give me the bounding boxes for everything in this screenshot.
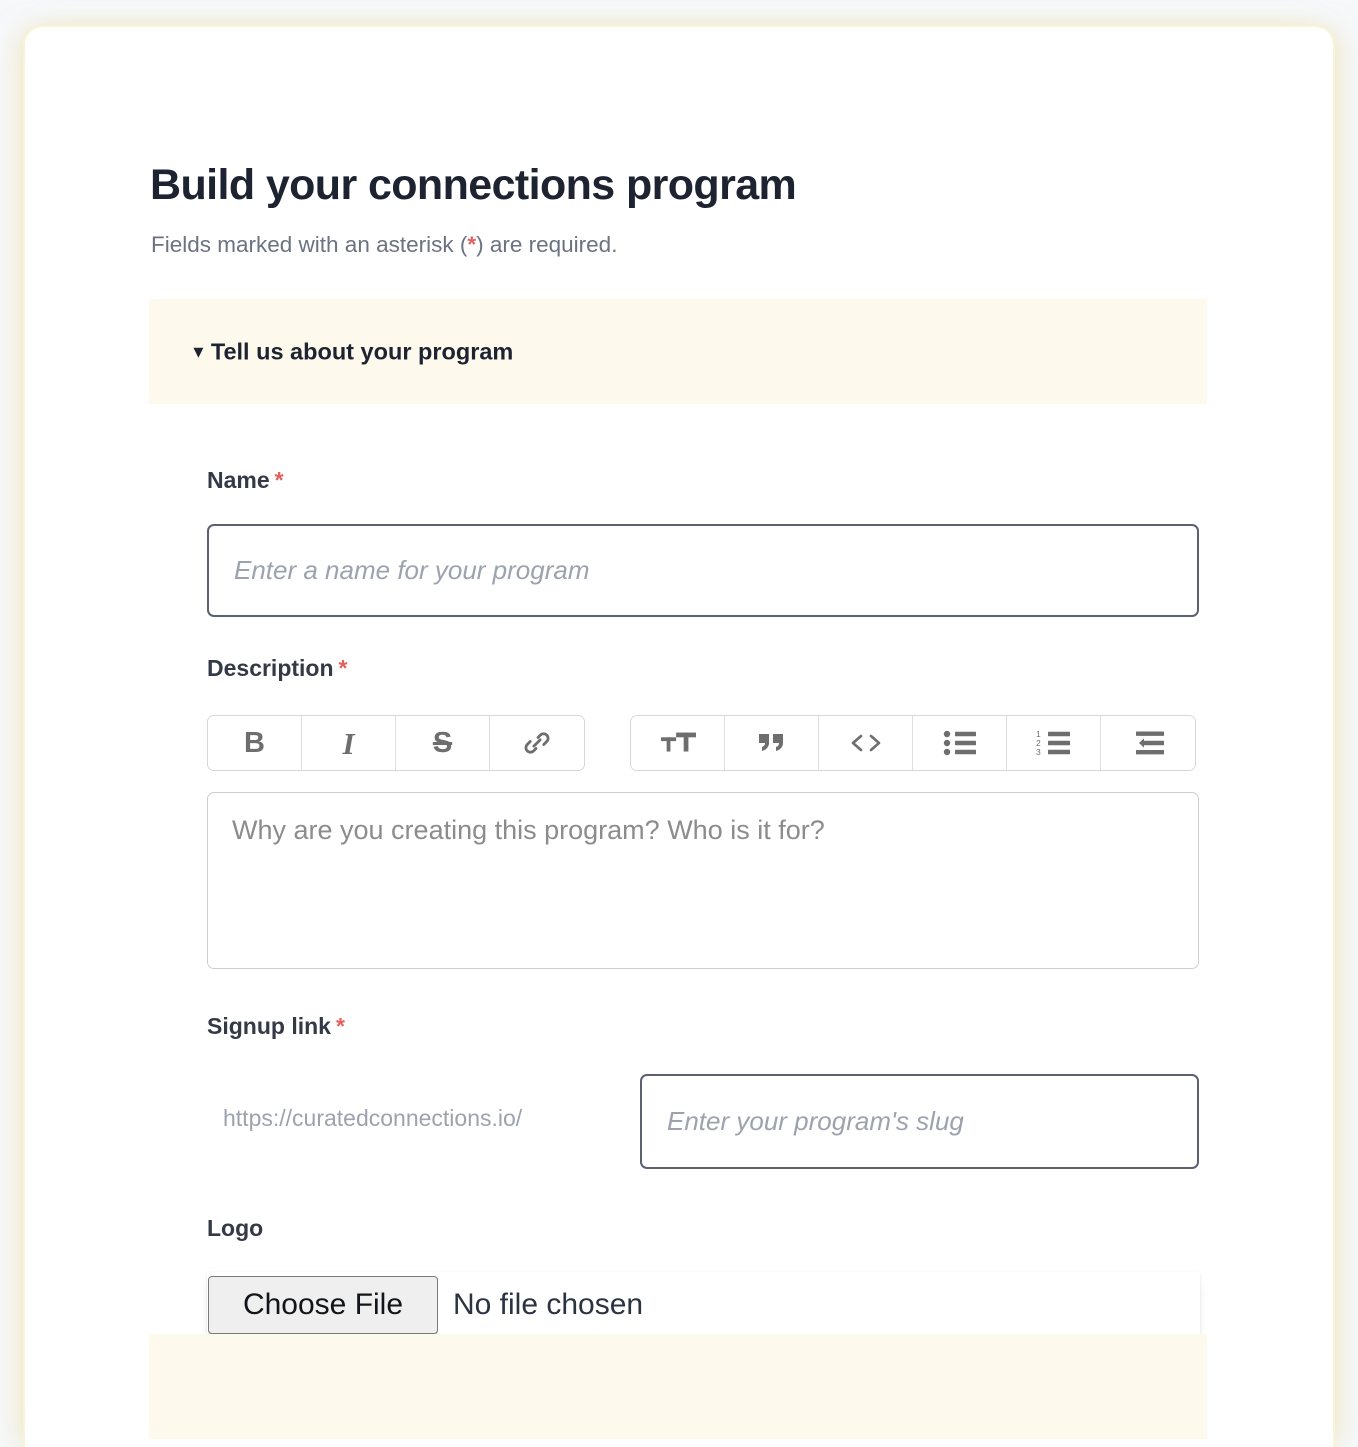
bullet-list-icon (943, 730, 977, 756)
name-input[interactable] (207, 524, 1199, 617)
text-size-button[interactable] (631, 716, 725, 770)
outdent-button[interactable] (1101, 716, 1195, 770)
description-textarea[interactable] (207, 792, 1199, 969)
strikethrough-button[interactable]: S (396, 716, 490, 770)
numbered-list-button[interactable]: 1 2 3 (1007, 716, 1101, 770)
blockquote-button[interactable] (725, 716, 819, 770)
italic-button[interactable]: I (302, 716, 396, 770)
label-description: Description * (207, 655, 347, 682)
bullet-list-button[interactable] (913, 716, 1007, 770)
label-logo-text: Logo (207, 1215, 264, 1241)
page-title: Build your connections program (150, 160, 797, 209)
text-size-icon (660, 729, 696, 757)
label-name-text: Name (207, 467, 270, 493)
outdent-icon (1130, 730, 1166, 756)
section-title: Tell us about your program (210, 338, 514, 364)
required-asterisk-signup-link: * (335, 1013, 345, 1039)
italic-icon: I (342, 725, 355, 761)
section-header-next[interactable] (149, 1334, 1207, 1439)
label-description-text: Description (207, 655, 334, 681)
choose-file-button[interactable]: Choose File (208, 1276, 438, 1334)
required-note-text-before: Fields marked with an asterisk ( (151, 232, 468, 257)
required-asterisk-name: * (274, 467, 284, 493)
chevron-down-icon: ▼ (190, 342, 207, 361)
bold-button[interactable]: B (208, 716, 302, 770)
label-signup-link: Signup link * (207, 1013, 345, 1040)
required-fields-note: Fields marked with an asterisk (*) are r… (151, 232, 617, 258)
file-status-label: No file chosen (453, 1288, 644, 1321)
required-note-text-after: ) are required. (476, 232, 618, 257)
section-header-tell-us-about-your-program[interactable]: ▼ Tell us about your program (149, 299, 1207, 404)
required-asterisk-description: * (338, 655, 348, 681)
code-icon (848, 731, 884, 755)
editor-toolbar-group-blocks: 1 2 3 (630, 715, 1196, 771)
editor-toolbar-group-formatting: B I S (207, 715, 585, 771)
required-note-asterisk: * (467, 232, 477, 257)
numbered-list-icon: 1 2 3 (1036, 730, 1072, 756)
label-logo: Logo (207, 1215, 263, 1242)
bold-icon: B (244, 726, 265, 759)
link-button[interactable] (490, 716, 584, 770)
link-icon (522, 728, 552, 758)
label-signup-link-text: Signup link (207, 1013, 331, 1039)
code-button[interactable] (819, 716, 913, 770)
logo-file-input[interactable]: Choose File No file chosen (207, 1272, 1200, 1338)
svg-text:3: 3 (1036, 747, 1041, 756)
program-form-card: Build your connections program Fields ma… (25, 27, 1333, 1447)
section-header-label: ▼ Tell us about your program (190, 338, 513, 365)
signup-link-prefix: https://curatedconnections.io/ (223, 1105, 523, 1131)
blockquote-icon (757, 730, 787, 756)
slug-input[interactable] (640, 1074, 1199, 1169)
label-name: Name * (207, 467, 284, 494)
strikethrough-icon: S (432, 726, 453, 759)
